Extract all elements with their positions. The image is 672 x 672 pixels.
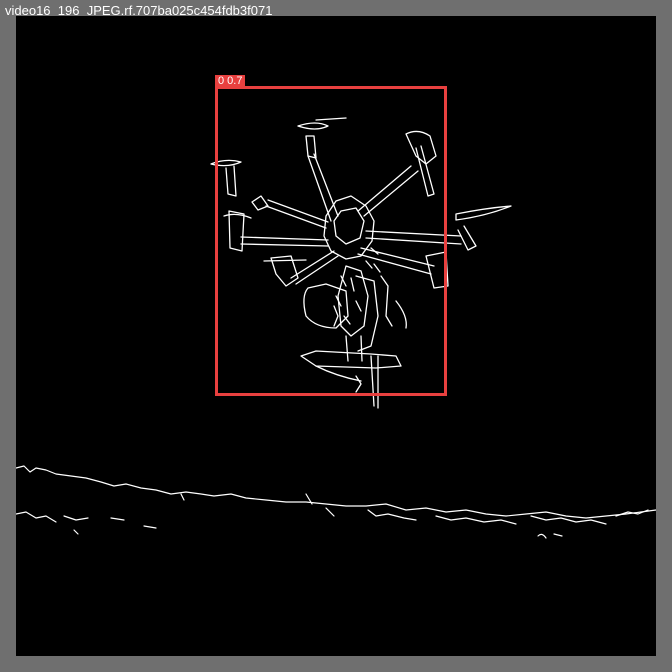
viewer-window: video16_196_JPEG.rf.707ba025c454fdb3f071 xyxy=(0,0,672,672)
detection-bounding-box xyxy=(215,86,447,396)
image-viewport: 0 0.7 xyxy=(16,16,656,656)
detection-label: 0 0.7 xyxy=(215,75,246,88)
horizon-edges xyxy=(16,465,656,539)
